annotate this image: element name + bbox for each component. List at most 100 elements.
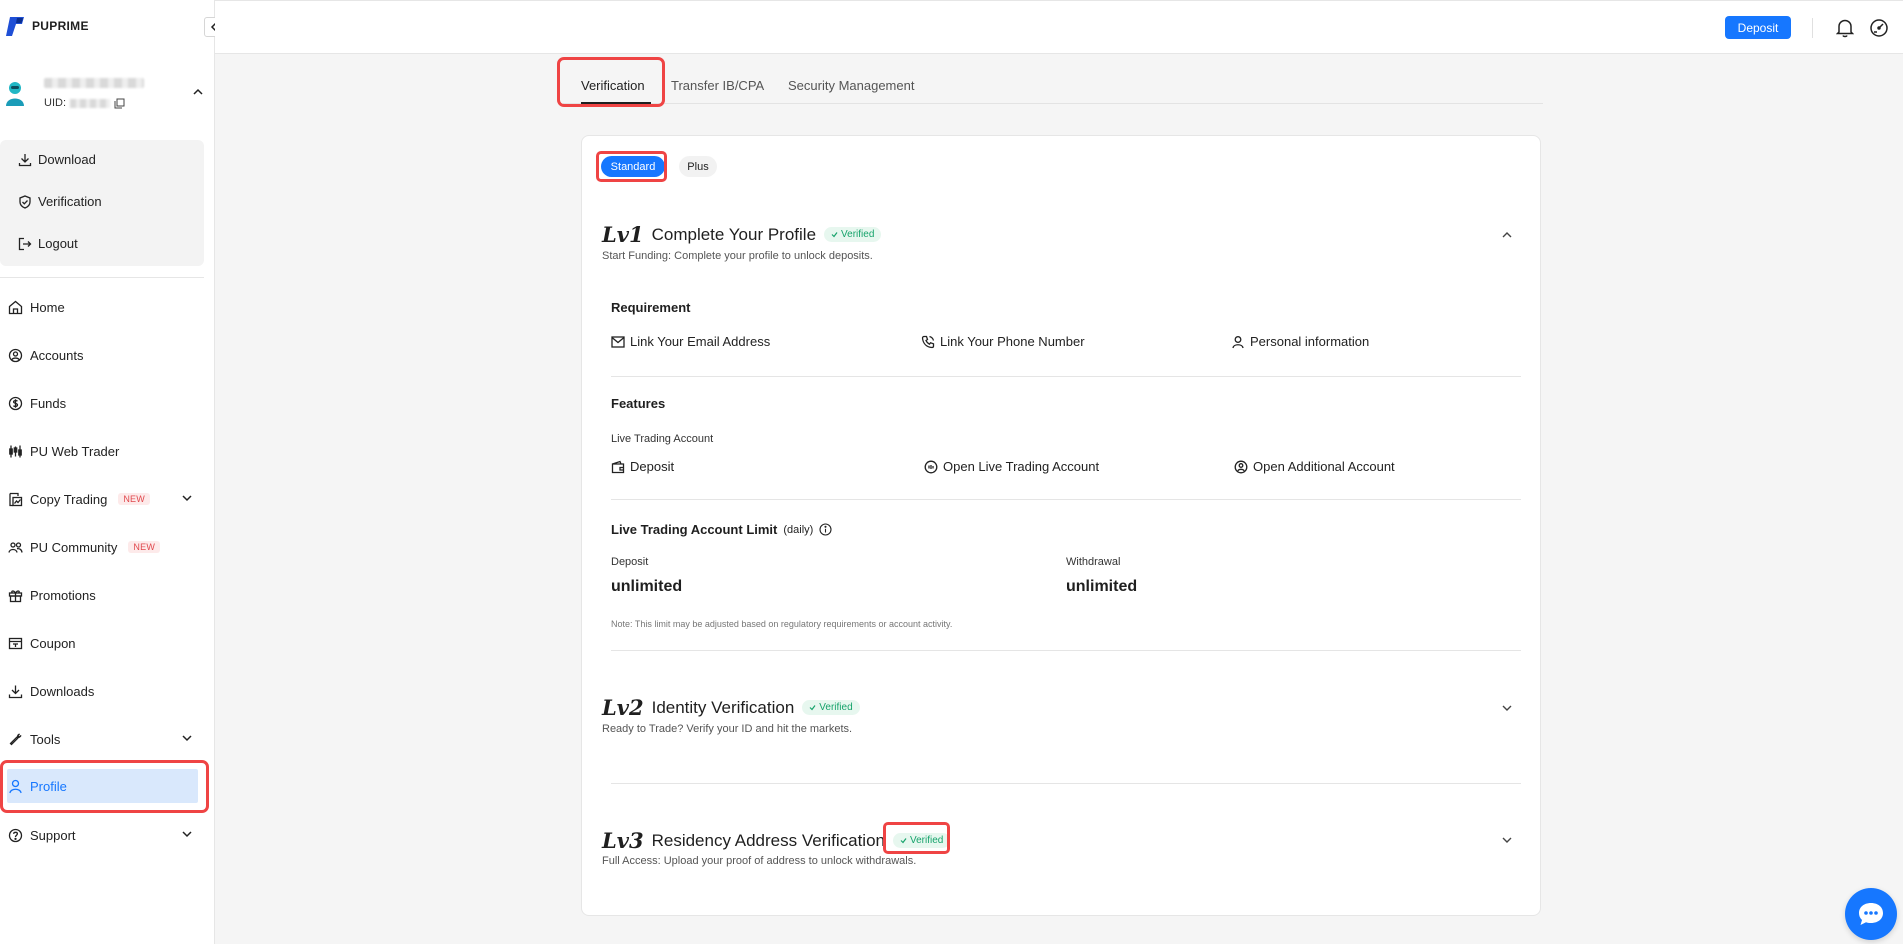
- copy-trading-icon: [9, 492, 23, 506]
- plan-plus-toggle[interactable]: Plus: [679, 156, 717, 177]
- req-phone: Link Your Phone Number: [921, 334, 1085, 349]
- sidebar-item-copy-trading-label: Copy Trading: [30, 491, 108, 507]
- divider: [611, 783, 1521, 784]
- sidebar-item-home[interactable]: Home: [8, 295, 198, 319]
- requirement-title: Requirement: [611, 300, 691, 315]
- sidebar-item-web-trader-label: PU Web Trader: [30, 443, 120, 459]
- coupon-icon: [8, 637, 23, 649]
- help-circle-icon: [8, 828, 23, 842]
- sidebar-item-downloads[interactable]: Downloads: [8, 679, 198, 703]
- chevron-down-icon[interactable]: [181, 492, 193, 504]
- user-circle-icon: [8, 348, 23, 362]
- user-menu-logout-label: Logout: [38, 236, 78, 251]
- sidebar-item-funds-label: Funds: [30, 395, 67, 411]
- copy-icon[interactable]: [114, 98, 125, 109]
- feature-open-additional: Open Additional Account: [1234, 459, 1395, 474]
- chevron-down-icon[interactable]: [181, 828, 193, 840]
- sidebar-divider: [0, 277, 204, 278]
- uid-label: UID:: [44, 97, 66, 109]
- lv2-subtitle: Ready to Trade? Verify your ID and hit t…: [602, 723, 853, 735]
- lv1-title: Complete Your Profile: [651, 224, 817, 244]
- sidebar-item-downloads-label: Downloads: [30, 683, 95, 699]
- sidebar-item-coupon[interactable]: Coupon: [8, 631, 198, 655]
- download-icon: [8, 685, 23, 698]
- sidebar-item-copy-trading[interactable]: Copy Trading NEW: [8, 487, 198, 511]
- sidebar-item-community[interactable]: PU Community NEW: [8, 535, 198, 559]
- withdrawal-limit-label: Withdrawal: [1066, 556, 1121, 568]
- chevron-down-icon[interactable]: [1501, 702, 1513, 714]
- uid-row: UID:: [44, 97, 125, 109]
- home-icon: [8, 300, 23, 314]
- lv2-tag: Lv2: [602, 695, 644, 720]
- tab-security-management[interactable]: Security Management: [788, 78, 914, 93]
- live-account-icon: [924, 460, 938, 473]
- wallet-icon: [611, 460, 625, 473]
- req-personal-info: Personal information: [1231, 334, 1369, 349]
- new-badge: NEW: [118, 493, 150, 505]
- speedometer-icon[interactable]: [1869, 18, 1889, 38]
- phone-icon: [921, 335, 935, 348]
- sidebar-item-coupon-label: Coupon: [30, 635, 76, 651]
- sidebar-item-funds[interactable]: Funds: [8, 391, 198, 415]
- sidebar-item-accounts[interactable]: Accounts: [8, 343, 198, 367]
- user-icon: [1232, 335, 1244, 348]
- chevron-down-icon[interactable]: [181, 732, 193, 744]
- sidebar-item-web-trader[interactable]: PU Web Trader: [8, 439, 198, 463]
- lv2-header[interactable]: Lv2 Identity Verification Verified: [602, 695, 860, 720]
- lv1-header[interactable]: Lv1 Complete Your Profile Verified: [602, 222, 882, 247]
- brand-logo[interactable]: PUPRIME: [4, 15, 89, 37]
- chevron-down-icon[interactable]: [1501, 834, 1513, 846]
- feature-open-additional-label: Open Additional Account: [1253, 459, 1395, 474]
- candlestick-icon: [9, 445, 22, 457]
- lv3-title: Residency Address Verification: [651, 830, 885, 850]
- divider: [611, 650, 1521, 651]
- chat-support-button[interactable]: [1845, 888, 1897, 940]
- download-icon: [18, 153, 32, 166]
- check-icon: [809, 705, 816, 711]
- lv1-tag: Lv1: [602, 222, 644, 247]
- new-badge: NEW: [128, 541, 161, 553]
- feature-deposit-label: Deposit: [630, 459, 675, 474]
- lv2-status: Verified: [819, 702, 853, 713]
- user-menu-verification[interactable]: Verification: [18, 194, 102, 209]
- limit-title: Live Trading Account Limit: [611, 522, 778, 537]
- limit-period: (daily): [783, 523, 814, 536]
- user-profile-summary: UID:: [4, 74, 204, 114]
- profile-highlight-box: [0, 760, 209, 813]
- deposit-limit-label: Deposit: [611, 556, 649, 568]
- chevron-up-icon[interactable]: [1501, 229, 1513, 241]
- sidebar-item-home-label: Home: [30, 299, 65, 315]
- check-icon: [831, 232, 838, 238]
- tab-security-label: Security Management: [788, 78, 915, 93]
- community-icon: [8, 541, 23, 553]
- logout-icon: [18, 237, 32, 250]
- plan-plus-label: Plus: [687, 160, 709, 173]
- user-menu-download-label: Download: [38, 152, 96, 167]
- info-icon[interactable]: [819, 523, 832, 536]
- sidebar-item-tools[interactable]: Tools: [8, 727, 198, 751]
- avatar: [6, 82, 24, 106]
- limit-note: Note: This limit may be adjusted based o…: [611, 619, 953, 629]
- dollar-circle-icon: [8, 396, 23, 410]
- user-menu-logout[interactable]: Logout: [18, 236, 78, 251]
- status-badge: Verified: [824, 227, 882, 242]
- req-personal-label: Personal information: [1250, 334, 1370, 349]
- req-email-label: Link Your Email Address: [630, 334, 771, 349]
- tab-transfer-ib-cpa[interactable]: Transfer IB/CPA: [671, 78, 764, 93]
- divider: [611, 376, 1521, 377]
- uid-value-redacted: [70, 98, 110, 108]
- sidebar-item-promotions[interactable]: Promotions: [8, 583, 198, 607]
- profile-tabs: Verification Transfer IB/CPA Security Ma…: [563, 72, 1543, 104]
- chevron-up-icon[interactable]: [192, 86, 204, 98]
- topbar-divider: [1812, 18, 1813, 38]
- feature-deposit: Deposit: [611, 459, 674, 474]
- status-badge: Verified: [802, 700, 860, 715]
- user-menu-download[interactable]: Download: [18, 152, 96, 167]
- bell-icon[interactable]: [1836, 18, 1854, 38]
- lv3-subtitle: Full Access: Upload your proof of addres…: [602, 855, 917, 867]
- feature-open-live-label: Open Live Trading Account: [943, 459, 1100, 474]
- user-menu-verification-label: Verification: [38, 194, 102, 209]
- deposit-button[interactable]: Deposit: [1725, 16, 1791, 39]
- sidebar-item-support[interactable]: Support: [8, 823, 198, 847]
- lv3-tag: Lv3: [602, 828, 644, 853]
